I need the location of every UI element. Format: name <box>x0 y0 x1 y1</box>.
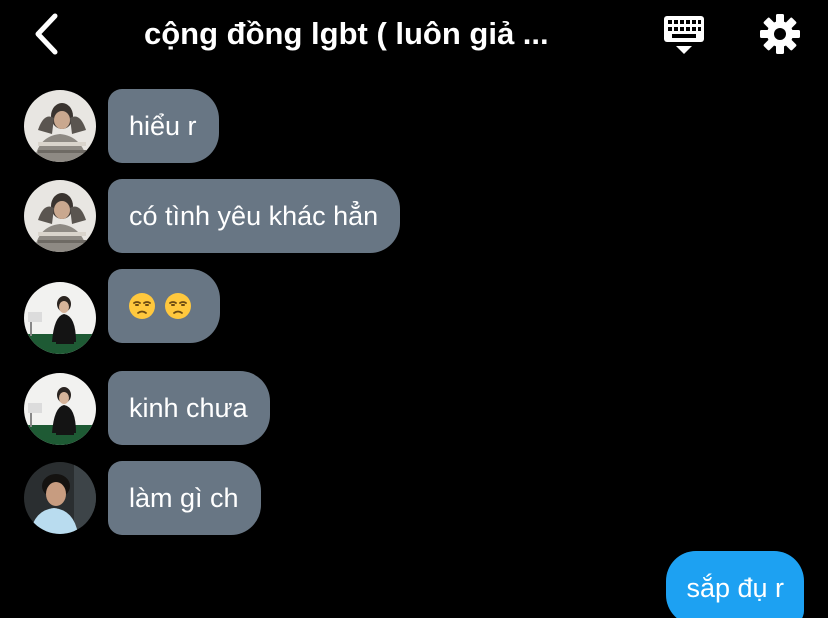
message-row: có tình yêu khác hẳn <box>0 179 828 253</box>
gear-icon <box>760 14 800 54</box>
message-row <box>0 269 828 354</box>
incoming-message-bubble[interactable]: làm gì ch <box>108 461 261 535</box>
avatar-user-b-image <box>24 373 96 445</box>
avatar-user-a-image <box>24 90 96 162</box>
settings-button[interactable] <box>756 10 804 58</box>
avatar[interactable] <box>24 373 96 445</box>
incoming-message-bubble[interactable]: có tình yêu khác hẳn <box>108 179 401 253</box>
avatar[interactable] <box>24 90 96 162</box>
avatar[interactable] <box>24 462 96 534</box>
unamused-face-emoji <box>165 292 191 319</box>
chat-screen: cộng đồng lgbt ( luôn giả ... hiểu r có … <box>0 0 828 618</box>
incoming-message-bubble[interactable] <box>108 269 220 343</box>
message-row: làm gì ch <box>0 461 828 535</box>
chevron-left-icon <box>35 13 58 55</box>
outgoing-message-bubble[interactable]: sắp đụ r <box>666 551 804 618</box>
avatar[interactable] <box>24 180 96 252</box>
keyboard-icon <box>664 16 704 54</box>
message-row: kinh chưa <box>0 371 828 445</box>
message-row: hiểu r <box>0 89 828 163</box>
avatar[interactable] <box>24 282 96 354</box>
keyboard-button[interactable] <box>658 12 710 58</box>
incoming-message-bubble[interactable]: hiểu r <box>108 89 219 163</box>
chat-header: cộng đồng lgbt ( luôn giả ... <box>0 0 828 70</box>
avatar-user-a-image <box>24 180 96 252</box>
avatar-user-c-image <box>24 462 96 534</box>
avatar-user-b-image <box>24 282 96 354</box>
back-button[interactable] <box>22 10 70 58</box>
chat-title[interactable]: cộng đồng lgbt ( luôn giả ... <box>144 12 594 56</box>
incoming-message-bubble[interactable]: kinh chưa <box>108 371 270 445</box>
unamused-face-emoji <box>129 292 155 319</box>
